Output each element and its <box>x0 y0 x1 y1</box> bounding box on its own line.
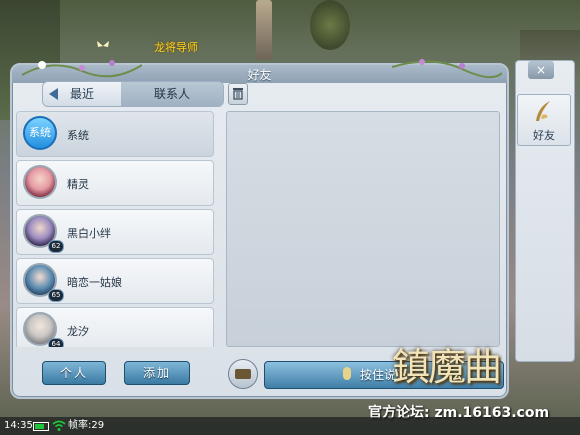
flower-vine-decoration <box>22 60 142 78</box>
contact-tabs: 最近 联系人 <box>42 81 224 107</box>
delete-button[interactable] <box>228 83 248 105</box>
close-button[interactable]: × <box>528 61 554 79</box>
chat-message-area[interactable] <box>226 111 500 347</box>
contact-name: 黑白小绊 <box>67 227 111 240</box>
level-badge: 64 <box>48 338 64 347</box>
game-logo: 鎮魔曲 <box>392 345 502 389</box>
contact-name: 龙汐 <box>67 325 89 338</box>
battery-icon <box>33 422 49 431</box>
side-tab-label: 好友 <box>533 129 555 142</box>
contact-item[interactable]: 精灵 <box>16 160 214 206</box>
fairy-avatar <box>23 165 57 199</box>
contact-item[interactable]: 62 黑白小绊 <box>16 209 214 255</box>
contact-name: 系统 <box>67 129 89 142</box>
wifi-icon <box>52 420 66 431</box>
background-lantern <box>256 0 272 60</box>
contact-item[interactable]: 系统 系统 <box>16 111 214 157</box>
personal-button[interactable]: 个人 <box>42 361 106 385</box>
level-badge: 65 <box>48 289 64 302</box>
contact-name: 暗恋一姑娘 <box>67 276 122 289</box>
add-friend-button[interactable]: 添加 <box>124 361 190 385</box>
trash-icon <box>233 88 243 100</box>
contact-list: 系统 系统 精灵 62 黑白小绊 65 暗恋一姑娘 64 龙汐 <box>16 111 214 347</box>
contact-item[interactable]: 65 暗恋一姑娘 <box>16 258 214 304</box>
status-bar: 14:35 帧率:29 <box>0 417 580 435</box>
contact-name: 精灵 <box>67 178 89 191</box>
butterfly-icon <box>97 41 109 47</box>
npc-name[interactable]: 龙将导师 <box>154 39 198 55</box>
tab-contacts[interactable]: 联系人 <box>121 82 223 106</box>
side-tab-friends[interactable]: 好友 <box>517 94 571 146</box>
contact-item[interactable]: 64 龙汐 <box>16 307 214 347</box>
feather-quill-icon <box>536 101 550 121</box>
level-badge: 62 <box>48 240 64 253</box>
keyboard-icon <box>235 369 251 379</box>
system-avatar-icon: 系统 <box>23 116 57 150</box>
fps-counter: 帧率:29 <box>68 420 105 431</box>
clock: 14:35 <box>4 420 33 431</box>
keyboard-toggle-button[interactable] <box>228 359 258 389</box>
background-tree <box>310 0 350 50</box>
flower-vine-decoration <box>392 59 502 79</box>
tab-recent[interactable]: 最近 <box>43 82 121 106</box>
